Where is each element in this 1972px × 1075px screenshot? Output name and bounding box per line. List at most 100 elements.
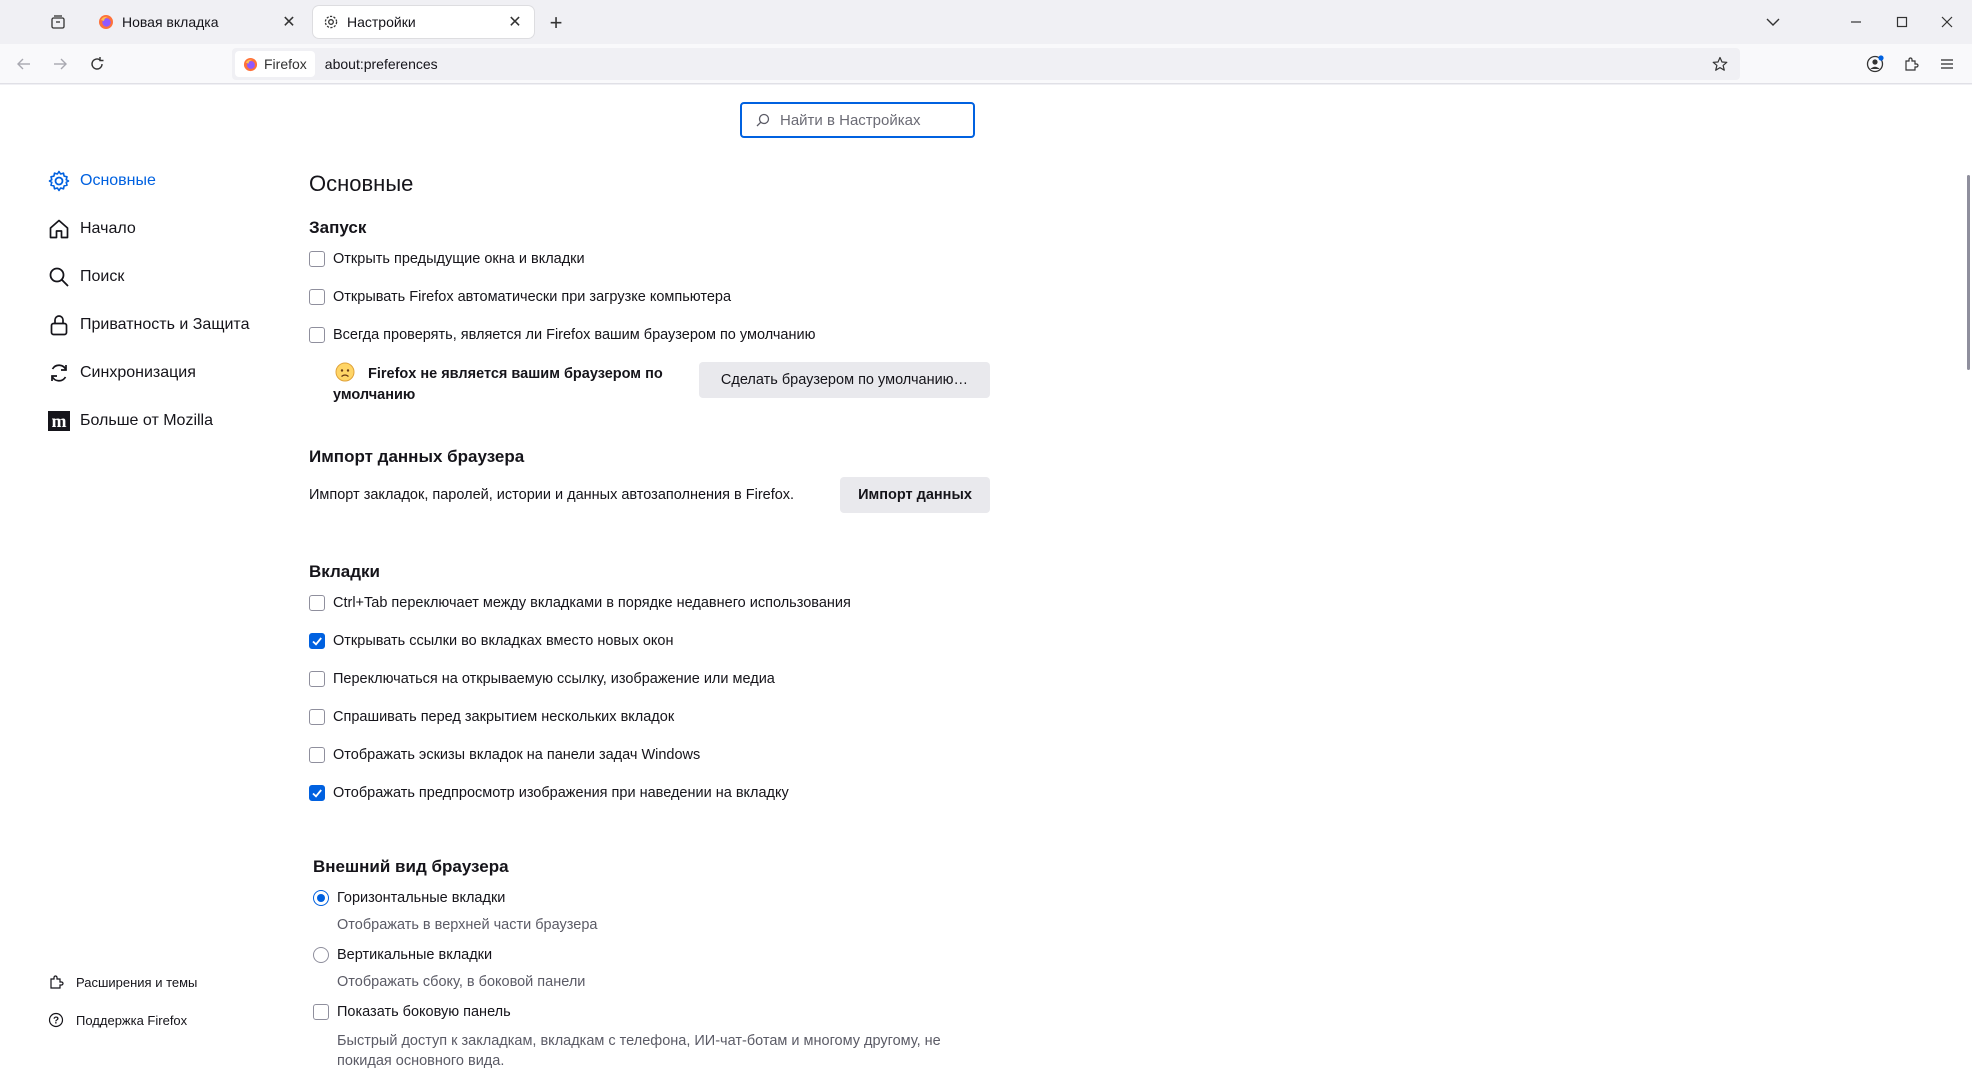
tabs-option[interactable]: Спрашивать перед закрытием нескольких вк… bbox=[309, 709, 674, 725]
option-label: Вертикальные вкладки bbox=[337, 947, 493, 963]
status-line-2: умолчанию bbox=[333, 387, 416, 403]
horizontal-tabs-option[interactable]: Горизонтальные вкладки bbox=[313, 890, 505, 906]
option-label: Отображать предпросмотр изображения при … bbox=[333, 785, 789, 801]
status-line-1: Firefox не является вашим браузером по bbox=[368, 366, 663, 382]
checkbox[interactable] bbox=[309, 289, 325, 305]
option-label: Открыть предыдущие окна и вкладки bbox=[333, 251, 585, 267]
option-label: Всегда проверять, является ли Firefox ва… bbox=[333, 327, 816, 343]
minimize-icon[interactable] bbox=[1846, 12, 1866, 32]
tab-list-icon[interactable] bbox=[48, 12, 68, 32]
account-icon[interactable] bbox=[1865, 54, 1885, 74]
support-label: Поддержка Firefox bbox=[76, 1012, 188, 1028]
checkbox[interactable] bbox=[309, 747, 325, 763]
option-label: Переключаться на открываемую ссылку, изо… bbox=[333, 671, 775, 687]
close-window-icon[interactable] bbox=[1937, 12, 1957, 32]
page-title: Основные bbox=[309, 171, 414, 196]
checkbox[interactable] bbox=[309, 785, 325, 801]
tabs-heading: Вкладки bbox=[309, 562, 380, 581]
category-label: Приватность и Защита bbox=[80, 316, 250, 333]
tab-settings[interactable]: Настройки ✕ bbox=[313, 6, 534, 38]
close-tab-icon[interactable]: ✕ bbox=[280, 13, 298, 31]
category-home[interactable]: Начало bbox=[46, 216, 136, 242]
firefox-icon bbox=[243, 57, 258, 71]
new-tab-button[interactable]: + bbox=[545, 10, 567, 35]
url-text[interactable]: about:preferences bbox=[325, 56, 438, 72]
option-label: Отображать эскизы вкладок на панели зада… bbox=[333, 747, 701, 763]
checkbox[interactable] bbox=[309, 671, 325, 687]
search-icon bbox=[756, 113, 770, 127]
import-heading: Импорт данных браузера bbox=[309, 447, 525, 466]
option-label: Показать боковую панель bbox=[337, 1004, 511, 1020]
tabs-option[interactable]: Открывать ссылки во вкладках вместо новы… bbox=[309, 633, 673, 649]
support-link[interactable]: ? Поддержка Firefox bbox=[46, 1010, 187, 1030]
option-label: Ctrl+Tab переключает между вкладками в п… bbox=[333, 595, 851, 611]
bookmark-star-icon[interactable] bbox=[1710, 54, 1730, 74]
preferences-content: Основные Начало Поиск Приватность и Защи… bbox=[0, 85, 1972, 1075]
svg-text:m: m bbox=[52, 411, 67, 431]
tab-strip: Новая вкладка ✕ Настройки ✕ + bbox=[0, 0, 1972, 44]
forward-icon[interactable] bbox=[50, 54, 70, 74]
menu-icon[interactable] bbox=[1937, 54, 1957, 74]
vertical-tabs-option[interactable]: Вертикальные вкладки bbox=[313, 947, 492, 963]
startup-option[interactable]: Всегда проверять, является ли Firefox ва… bbox=[309, 327, 815, 343]
radio-button[interactable] bbox=[313, 947, 329, 963]
vertical-tabs-description: Отображать сбоку, в боковой панели bbox=[337, 974, 586, 990]
category-privacy[interactable]: Приватность и Защита bbox=[46, 312, 249, 338]
svg-text:?: ? bbox=[53, 1016, 59, 1027]
scrollbar-thumb[interactable] bbox=[1967, 175, 1970, 370]
category-search[interactable]: Поиск bbox=[46, 264, 124, 290]
close-tab-icon[interactable]: ✕ bbox=[506, 13, 524, 31]
option-label: Спрашивать перед закрытием нескольких вк… bbox=[333, 709, 675, 725]
reload-icon[interactable] bbox=[87, 54, 107, 74]
startup-option[interactable]: Открывать Firefox автоматически при загр… bbox=[309, 289, 731, 305]
category-more-from-mozilla[interactable]: m Больше от Mozilla bbox=[46, 408, 213, 434]
category-label: Поиск bbox=[80, 268, 125, 285]
identity-box[interactable]: Firefox bbox=[235, 51, 315, 77]
category-general[interactable]: Основные bbox=[46, 168, 156, 194]
tab-new-tab[interactable]: Новая вкладка ✕ bbox=[88, 6, 308, 38]
import-data-button[interactable]: Импорт данных bbox=[840, 477, 990, 513]
tab-label: Новая вкладка bbox=[122, 14, 219, 30]
search-input[interactable] bbox=[780, 111, 960, 129]
tabs-option[interactable]: Отображать предпросмотр изображения при … bbox=[309, 785, 789, 801]
nav-bar: Firefox about:preferences bbox=[0, 44, 1972, 84]
lock-icon bbox=[46, 312, 72, 338]
extensions-icon[interactable] bbox=[1901, 54, 1921, 74]
tabs-option[interactable]: Отображать эскизы вкладок на панели зада… bbox=[309, 747, 700, 763]
option-label: Горизонтальные вкладки bbox=[337, 890, 506, 906]
gear-icon bbox=[46, 168, 72, 194]
sync-icon bbox=[46, 360, 72, 386]
search-box[interactable] bbox=[740, 102, 975, 138]
mozilla-icon: m bbox=[46, 408, 72, 434]
default-browser-status: Firefox не является вашим браузером по у… bbox=[333, 364, 693, 406]
category-label: Синхронизация bbox=[80, 364, 196, 381]
sidebar-desc-line-1: Быстрый доступ к закладкам, вкладкам с т… bbox=[337, 1033, 941, 1049]
checkbox[interactable] bbox=[309, 251, 325, 267]
startup-option[interactable]: Открыть предыдущие окна и вкладки bbox=[309, 251, 585, 267]
list-all-tabs-icon[interactable] bbox=[1762, 12, 1784, 32]
tabs-option[interactable]: Переключаться на открываемую ссылку, изо… bbox=[309, 671, 775, 687]
puzzle-icon bbox=[46, 972, 66, 992]
checkbox[interactable] bbox=[313, 1004, 329, 1020]
maximize-icon[interactable] bbox=[1892, 12, 1912, 32]
checkbox[interactable] bbox=[309, 633, 325, 649]
checkbox[interactable] bbox=[309, 327, 325, 343]
tabs-option[interactable]: Ctrl+Tab переключает между вкладками в п… bbox=[309, 595, 851, 611]
radio-button[interactable] bbox=[313, 890, 329, 906]
appearance-heading: Внешний вид браузера bbox=[313, 857, 509, 876]
category-sync[interactable]: Синхронизация bbox=[46, 360, 196, 386]
addons-link[interactable]: Расширения и темы bbox=[46, 972, 197, 992]
scrollbar[interactable] bbox=[1964, 85, 1972, 1075]
sidebar-desc-line-2: покидая основного вида. bbox=[337, 1053, 505, 1069]
checkbox[interactable] bbox=[309, 595, 325, 611]
show-sidebar-option[interactable]: Показать боковую панель bbox=[313, 1004, 511, 1020]
tab-label: Настройки bbox=[347, 14, 416, 30]
url-bar[interactable]: Firefox about:preferences bbox=[232, 48, 1740, 80]
category-label: Основные bbox=[80, 172, 156, 189]
checkbox[interactable] bbox=[309, 709, 325, 725]
back-icon[interactable] bbox=[14, 54, 34, 74]
help-icon: ? bbox=[46, 1010, 66, 1030]
import-description: Импорт закладок, паролей, истории и данн… bbox=[309, 487, 795, 503]
search-icon bbox=[46, 264, 72, 290]
make-default-button[interactable]: Сделать браузером по умолчанию… bbox=[699, 362, 990, 398]
